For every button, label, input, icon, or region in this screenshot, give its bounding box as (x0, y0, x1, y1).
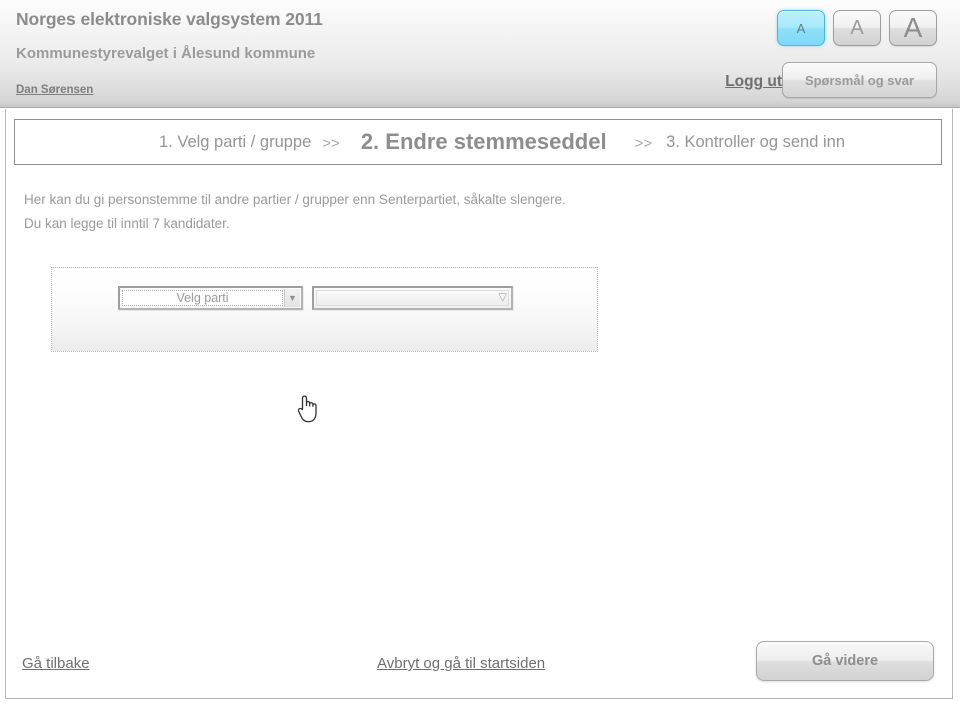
font-size-medium-button[interactable]: A (833, 10, 881, 46)
chevron-down-icon: ▼ (288, 292, 297, 303)
candidate-select-field (316, 290, 509, 306)
step-separator-2: >> (634, 134, 653, 152)
party-select[interactable]: Velg parti ▼ (118, 286, 303, 310)
application-page: Norges elektroniske valgsystem 2011 Komm… (0, 0, 960, 706)
step-2-label-current: 2. Endre stemmeseddel (360, 129, 607, 154)
party-select-field: Velg parti (122, 290, 283, 306)
step-navigation: 1. Velg parti / gruppe >> 2. Endre stemm… (14, 119, 942, 165)
system-title: Norges elektroniske valgsystem 2011 (16, 9, 323, 29)
next-button[interactable]: Gå videre (756, 641, 934, 681)
font-size-large-glyph: A (903, 12, 923, 44)
election-subtitle: Kommunestyrevalget i Ålesund kommune (16, 45, 316, 62)
select-row: Velg parti ▼ ▽ (118, 286, 513, 310)
font-size-controls: A A A (777, 10, 937, 46)
instruction-line-1: Her kan du gi personstemme til andre par… (24, 192, 566, 207)
instruction-line-2: Du kan legge til inntil 7 kandidater. (24, 216, 230, 231)
page-body: 1. Velg parti / gruppe >> 2. Endre stemm… (5, 109, 953, 699)
step-separator-1: >> (322, 134, 340, 152)
mouse-pointer-cursor (296, 394, 322, 424)
back-link[interactable]: Gå tilbake (22, 655, 90, 672)
chevron-down-outline-icon: ▽ (498, 291, 507, 304)
font-size-small-glyph: A (796, 20, 806, 36)
font-size-large-button[interactable]: A (889, 10, 937, 46)
cancel-link[interactable]: Avbryt og gå til startsiden (377, 655, 545, 672)
party-selection-panel: Velg parti ▼ ▽ (51, 267, 598, 352)
user-profile-link[interactable]: Dan Sørensen (16, 84, 93, 96)
font-size-medium-glyph: A (850, 16, 864, 39)
logout-link[interactable]: Logg ut (725, 73, 782, 91)
party-select-arrow[interactable]: ▼ (284, 289, 300, 307)
step-1-label[interactable]: 1. Velg parti / gruppe (159, 133, 311, 152)
candidate-select[interactable]: ▽ (312, 286, 513, 310)
step-3-label[interactable]: 3. Kontroller og send inn (666, 133, 845, 152)
instruction-text: Her kan du gi personstemme til andre par… (24, 188, 566, 236)
font-size-small-button[interactable]: A (777, 10, 825, 46)
faq-button[interactable]: Spørsmål og svar (782, 62, 937, 98)
party-select-value: Velg parti (176, 291, 229, 305)
page-header: Norges elektroniske valgsystem 2011 Komm… (0, 0, 960, 108)
